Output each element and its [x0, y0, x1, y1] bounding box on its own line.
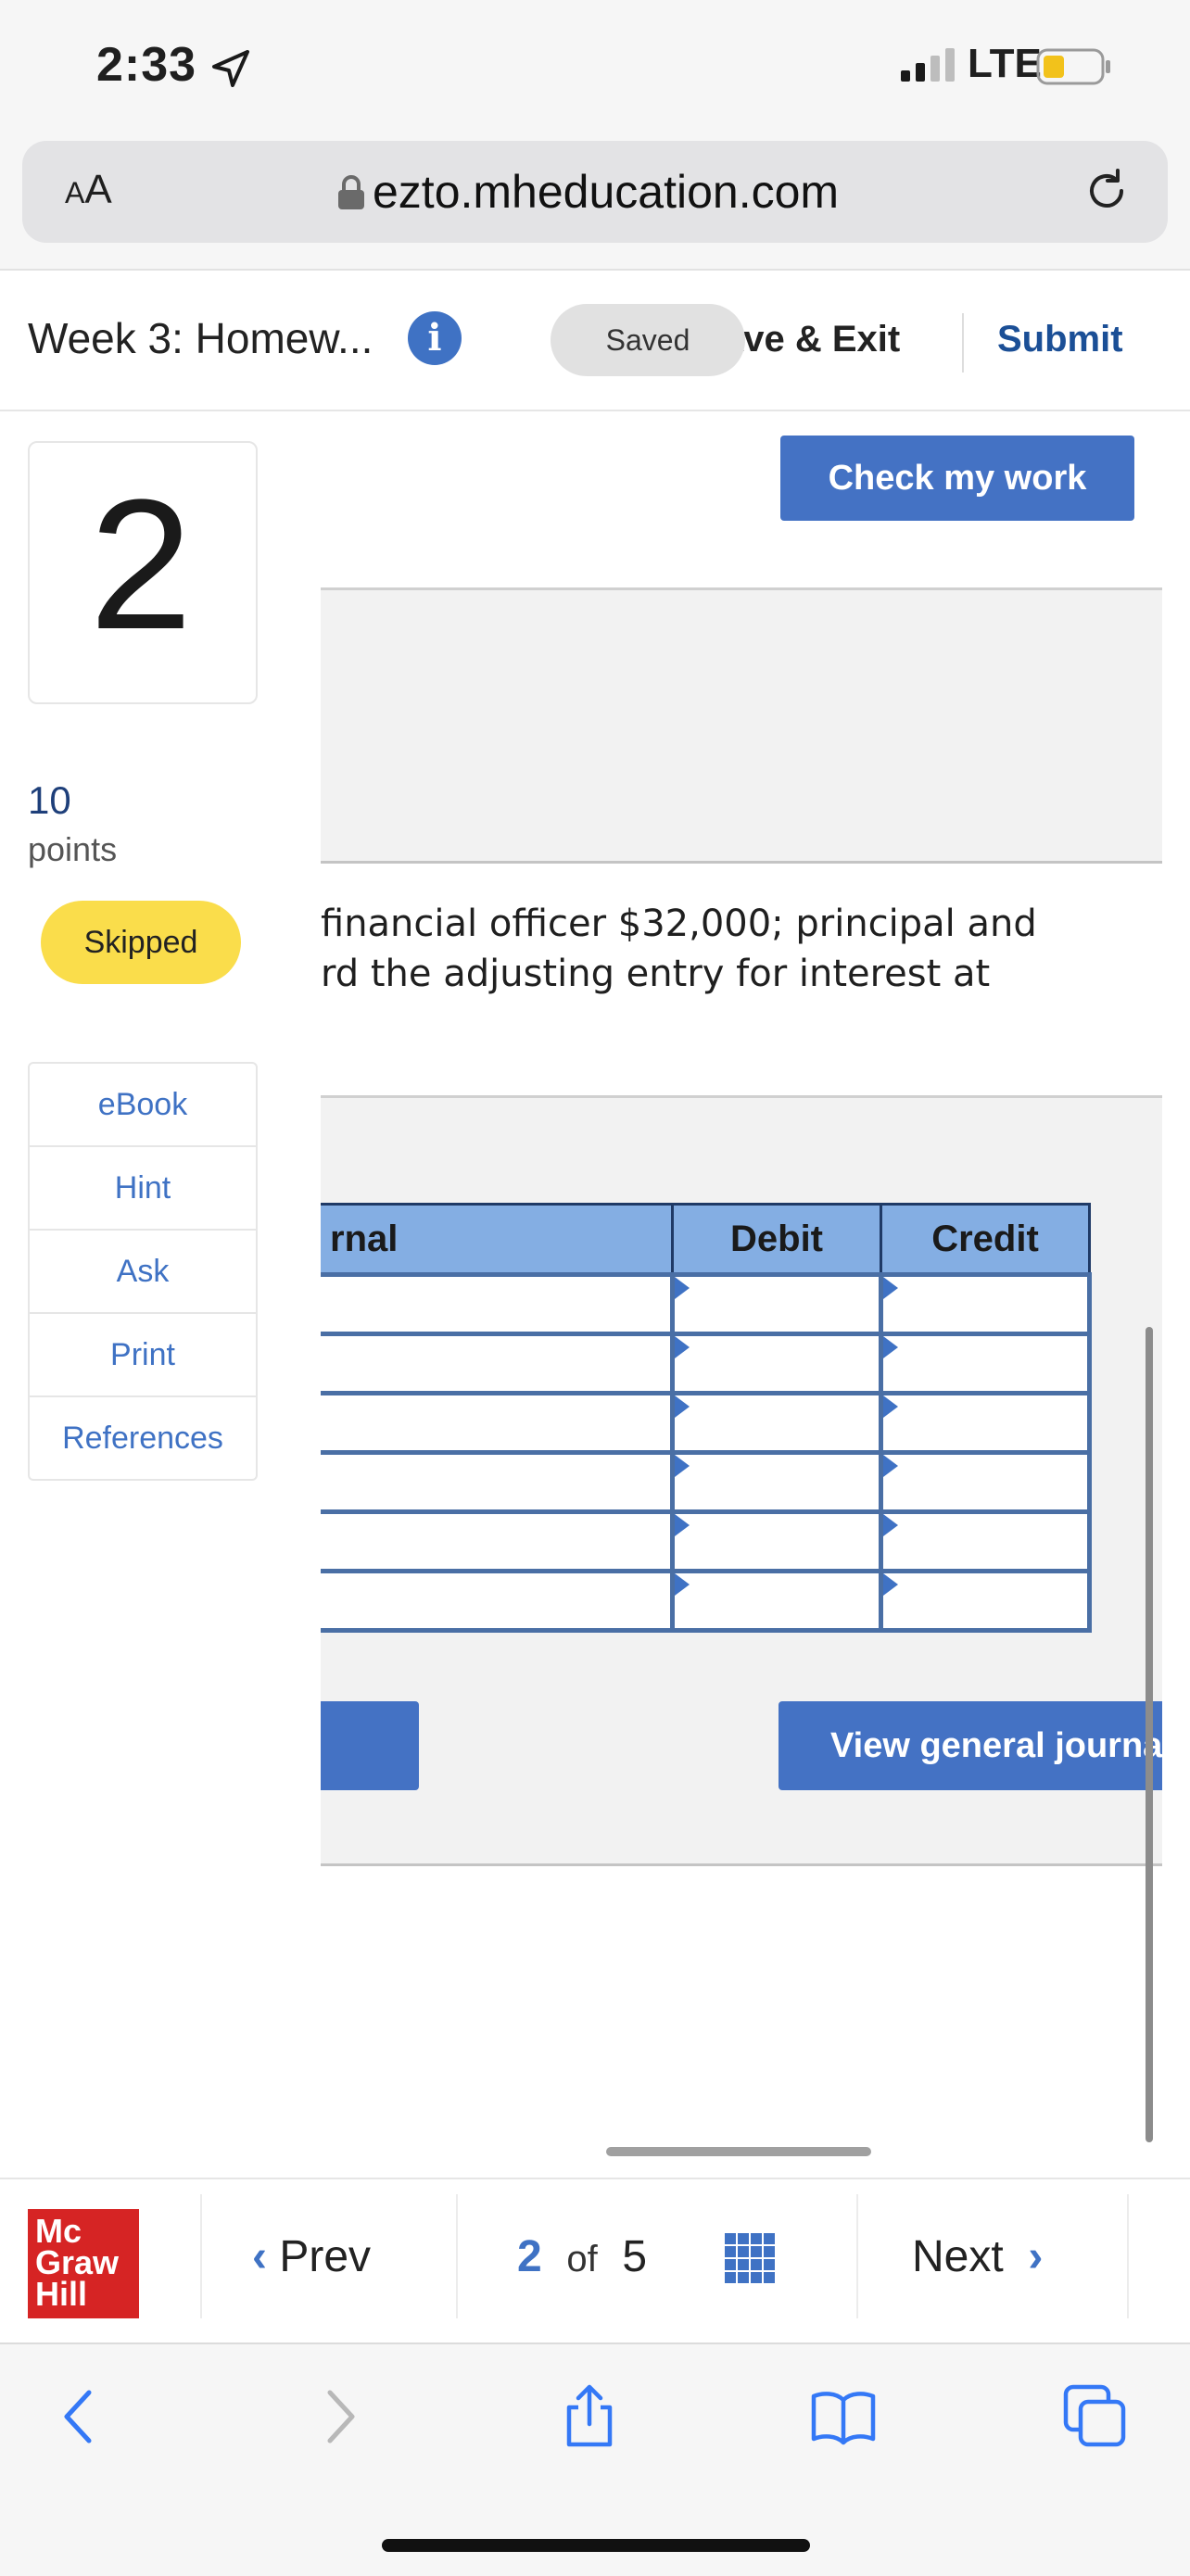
forward-icon[interactable] [306, 2383, 373, 2450]
location-arrow-icon [212, 50, 249, 87]
vertical-scrollbar[interactable] [1146, 1327, 1153, 2142]
credit-cell[interactable] [879, 1569, 1092, 1633]
chevron-right-icon: › [1028, 2232, 1044, 2281]
journal-account-cell[interactable] [321, 1272, 675, 1336]
credit-cell[interactable] [879, 1509, 1092, 1573]
saved-badge: Saved [551, 304, 745, 376]
journal-account-cell[interactable] [321, 1332, 675, 1395]
column-header-debit: Debit [671, 1203, 882, 1276]
journal-account-cell[interactable] [321, 1450, 675, 1514]
journal-account-cell[interactable] [321, 1569, 675, 1633]
home-indicator [382, 2539, 810, 2552]
chevron-left-icon: ‹ [252, 2232, 267, 2281]
cell-marker-icon [675, 1455, 690, 1477]
debit-cell[interactable] [670, 1450, 883, 1514]
mcgraw-hill-logo: Mc Graw Hill [28, 2209, 139, 2318]
cell-marker-icon [675, 1336, 690, 1358]
cell-marker-icon [883, 1277, 898, 1299]
ask-link[interactable]: Ask [30, 1231, 256, 1314]
debit-cell[interactable] [670, 1509, 883, 1573]
reload-icon[interactable] [1081, 165, 1133, 217]
hint-link[interactable]: Hint [30, 1147, 256, 1231]
submit-button[interactable]: Submit [997, 319, 1123, 360]
status-badge: Skipped [41, 901, 241, 984]
record-entry-button[interactable] [321, 1701, 419, 1790]
print-link[interactable]: Print [30, 1314, 256, 1397]
journal-entry-table: rnal Debit Credit [321, 1203, 1092, 1633]
journal-row [321, 1509, 1092, 1573]
divider [200, 2194, 202, 2318]
journal-account-cell[interactable] [321, 1509, 675, 1573]
debit-cell[interactable] [670, 1272, 883, 1336]
credit-cell[interactable] [879, 1450, 1092, 1514]
bookmarks-icon[interactable] [810, 2383, 877, 2450]
journal-row [321, 1569, 1092, 1633]
page-counter: 2 of 5 [517, 2232, 648, 2281]
cell-marker-icon [883, 1573, 898, 1596]
cell-marker-icon [883, 1455, 898, 1477]
column-header-journal: rnal [321, 1203, 674, 1276]
info-icon[interactable]: i [408, 311, 462, 365]
journal-row [321, 1272, 1092, 1336]
battery-icon [1036, 48, 1110, 85]
journal-account-cell[interactable] [321, 1391, 675, 1455]
divider [962, 313, 964, 373]
column-header-credit: Credit [880, 1203, 1091, 1276]
status-time: 2:33 [96, 38, 197, 92]
points-label: points [28, 830, 118, 868]
debit-cell[interactable] [670, 1569, 883, 1633]
question-image-panel [321, 587, 1162, 864]
cell-marker-icon [675, 1395, 690, 1418]
divider [1127, 2194, 1129, 2318]
cell-marker-icon [675, 1277, 690, 1299]
divider [856, 2194, 858, 2318]
tabs-icon[interactable] [1062, 2383, 1129, 2450]
journal-row [321, 1332, 1092, 1395]
debit-cell[interactable] [670, 1332, 883, 1395]
question-text: financial officer $32,000; principal and… [321, 903, 1037, 995]
credit-cell[interactable] [879, 1272, 1092, 1336]
resource-links: eBook Hint Ask Print References [28, 1062, 258, 1481]
cell-marker-icon [883, 1336, 898, 1358]
url-text[interactable]: ezto.mheducation.com [373, 165, 839, 219]
cell-marker-icon [883, 1395, 898, 1418]
cell-marker-icon [675, 1514, 690, 1536]
points-value: 10 [28, 778, 71, 822]
back-icon[interactable] [46, 2383, 113, 2450]
check-my-work-button[interactable]: Check my work [780, 436, 1134, 521]
journal-row [321, 1391, 1092, 1455]
references-link[interactable]: References [30, 1397, 256, 1479]
debit-cell[interactable] [670, 1391, 883, 1455]
assignment-title: Week 3: Homew... [28, 314, 373, 362]
next-button[interactable]: Next › [912, 2231, 1043, 2282]
credit-cell[interactable] [879, 1391, 1092, 1455]
lock-icon [338, 175, 364, 209]
credit-cell[interactable] [879, 1332, 1092, 1395]
cell-marker-icon [675, 1573, 690, 1596]
journal-row [321, 1450, 1092, 1514]
text-size-button[interactable]: AA [65, 167, 112, 213]
share-icon[interactable] [556, 2383, 623, 2450]
cell-marker-icon [883, 1514, 898, 1536]
ebook-link[interactable]: eBook [30, 1064, 256, 1147]
carrier-label: LTE [968, 41, 1042, 86]
question-number: 2 [89, 461, 193, 668]
horizontal-scrollbar[interactable] [606, 2147, 871, 2156]
prev-button[interactable]: ‹ Prev [252, 2231, 371, 2282]
save-exit-button[interactable]: ave & Exit [723, 319, 900, 360]
grid-icon[interactable] [725, 2233, 775, 2283]
view-general-journal-button[interactable]: View general journa [779, 1701, 1162, 1790]
signal-strength-icon [901, 48, 955, 82]
divider [456, 2194, 458, 2318]
